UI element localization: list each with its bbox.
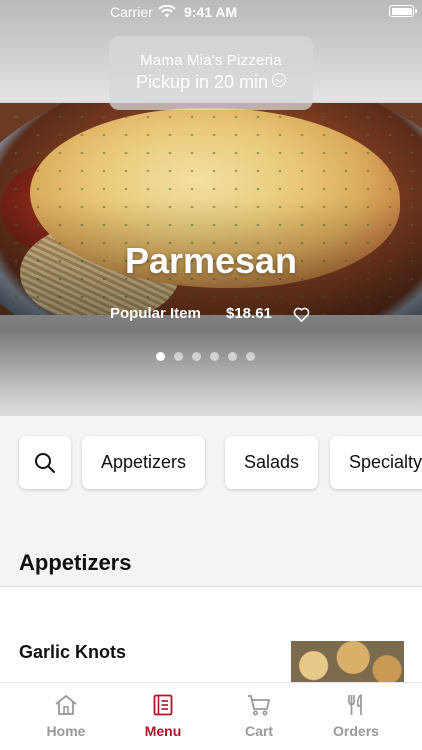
heart-icon[interactable] (292, 305, 311, 324)
tab-orders[interactable]: Orders (316, 693, 396, 739)
wifi-icon (158, 5, 176, 18)
menu-item-name: Garlic Knots (19, 642, 127, 662)
fork-knife-icon (348, 694, 362, 715)
featured-item-title: Parmesan (124, 240, 298, 281)
carousel-page-indicator[interactable] (156, 352, 255, 361)
carousel-dot[interactable] (156, 352, 165, 361)
battery-icon (389, 5, 417, 17)
menu-item-thumbnail (291, 641, 404, 682)
carousel-dot[interactable] (210, 352, 219, 361)
carousel-dot[interactable] (192, 352, 201, 361)
carousel-dot[interactable] (174, 352, 183, 361)
tab-orders-label: Orders (333, 723, 379, 739)
tab-cart-label: Cart (244, 723, 273, 739)
tab-bar: Home Menu Cart Orders (0, 682, 422, 750)
tab-menu-label: Menu (144, 723, 182, 739)
tab-cart[interactable]: Cart (219, 693, 299, 739)
carousel-dot[interactable] (228, 352, 237, 361)
menu-book-icon (153, 694, 173, 716)
search-button[interactable] (19, 436, 71, 489)
restaurant-name: Mama Mia's Pizzeria (140, 52, 282, 69)
search-icon (35, 452, 55, 473)
tab-home[interactable]: Home (26, 693, 106, 739)
chevron-down-icon (272, 73, 287, 87)
featured-carousel[interactable]: Carrier 9:41 AM Mama Mia's Pizzeria Pick… (0, 0, 422, 416)
status-bar: Carrier 9:41 AM (0, 0, 422, 24)
carousel-dot[interactable] (246, 352, 255, 361)
featured-item-price: $18.61 (226, 305, 272, 322)
category-specialty[interactable]: Specialty (330, 436, 422, 489)
tab-home-label: Home (46, 723, 86, 739)
popular-badge: Popular Item (110, 305, 201, 322)
tab-menu[interactable]: Menu (123, 693, 203, 739)
cart-icon (248, 695, 270, 716)
featured-item-photo[interactable] (0, 103, 422, 315)
category-appetizers[interactable]: Appetizers (82, 436, 206, 489)
carrier-label: Carrier (110, 4, 153, 20)
menu-item-list: Garlic Knots (0, 587, 422, 682)
category-bar: Appetizers Salads Specialty (0, 436, 422, 490)
pickup-selector[interactable]: Mama Mia's Pizzeria Pickup in 20 min (109, 36, 313, 110)
home-icon (55, 695, 77, 715)
clock: 9:41 AM (184, 4, 238, 20)
pickup-time: Pickup in 20 min (135, 72, 269, 92)
section-title: Appetizers (19, 550, 132, 575)
category-salads[interactable]: Salads (225, 436, 319, 489)
